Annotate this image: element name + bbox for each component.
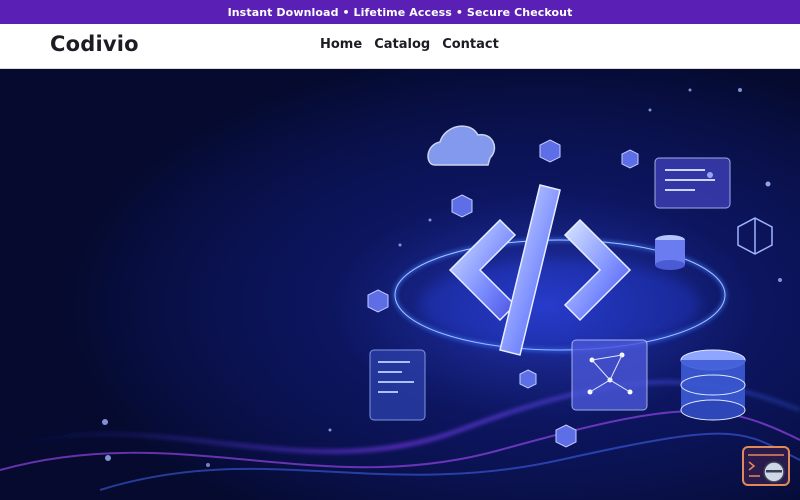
database-icon: [680, 349, 746, 421]
announcement-bar: Instant Download • Lifetime Access • Sec…: [0, 0, 800, 24]
code-panel-left: [369, 349, 426, 421]
nav-home[interactable]: Home: [320, 37, 362, 52]
chat-support-widget[interactable]: [742, 446, 790, 486]
hero-illustration: [0, 70, 800, 500]
chat-support-icon: [742, 446, 790, 486]
small-database-icon: [655, 235, 685, 270]
main-nav: Home Catalog Contact: [320, 37, 499, 52]
site-logo[interactable]: Codivio: [50, 32, 139, 56]
site-header: Codivio Home Catalog Contact: [0, 24, 800, 69]
nav-catalog[interactable]: Catalog: [374, 37, 430, 52]
nav-contact[interactable]: Contact: [442, 37, 499, 52]
code-panel-right: [654, 157, 731, 209]
network-panel: [571, 339, 648, 411]
hero-banner: [0, 70, 800, 500]
announcement-text: Instant Download • Lifetime Access • Sec…: [227, 5, 573, 19]
